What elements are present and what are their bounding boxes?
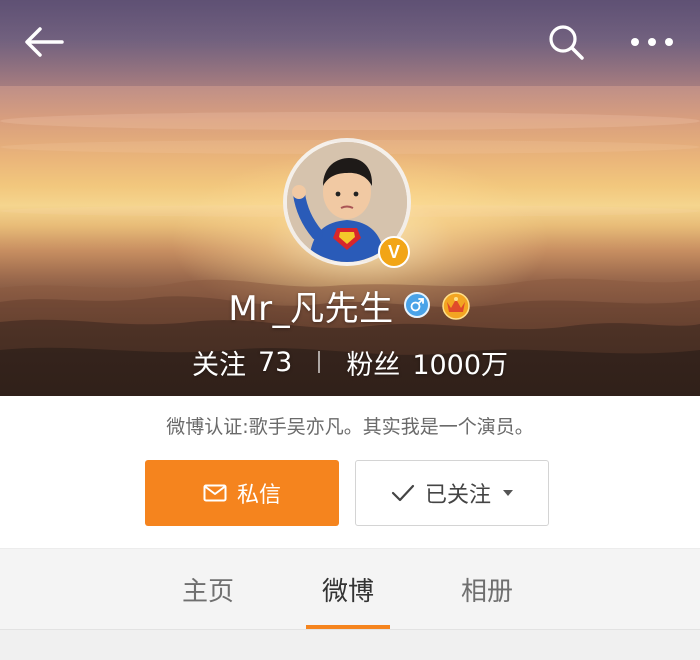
- more-button[interactable]: [622, 18, 682, 66]
- name-row: Mr_凡先生: [0, 282, 700, 329]
- following-stat[interactable]: 关注 73: [192, 343, 292, 382]
- username: Mr_凡先生: [228, 288, 394, 329]
- followers-count: 1000万: [412, 349, 509, 381]
- tab-weibo[interactable]: 微博: [288, 549, 408, 630]
- vip-crown-icon[interactable]: [440, 289, 472, 321]
- following-count: 73: [257, 346, 293, 378]
- profile-cover: V Mr_凡先生 关注 73 粉丝 1000万: [0, 0, 700, 396]
- following-label: 关注: [191, 349, 246, 381]
- caret-down-icon: [503, 490, 513, 496]
- following-button-label: 已关注: [424, 483, 491, 508]
- stats-row: 关注 73 粉丝 1000万: [0, 340, 700, 384]
- stats-divider: [318, 351, 321, 373]
- more-horizontal-icon: [631, 38, 673, 46]
- verification-text: 微博认证:歌手吴亦凡。其实我是一个演员。: [166, 416, 534, 438]
- topbar-shade: [0, 0, 700, 86]
- content-area: [0, 630, 700, 660]
- active-tab-indicator: [306, 625, 390, 629]
- message-button[interactable]: 私信: [145, 460, 339, 526]
- search-icon: [549, 25, 584, 60]
- verified-badge-icon: V: [378, 236, 410, 268]
- followers-label: 粉丝: [346, 349, 401, 381]
- message-button-label: 私信: [236, 483, 281, 508]
- profile-actions: 私信 已关注: [0, 460, 700, 526]
- tab-home[interactable]: 主页: [148, 549, 268, 630]
- tab-album[interactable]: 相册: [427, 549, 547, 630]
- checkmark-icon: [391, 484, 415, 502]
- arrow-left-icon: [25, 27, 64, 57]
- following-dropdown-button[interactable]: 已关注: [355, 460, 549, 526]
- profile-tabbar: 主页 微博 相册: [0, 548, 700, 630]
- male-icon: [403, 292, 430, 318]
- back-button[interactable]: [18, 18, 70, 66]
- search-button[interactable]: [540, 18, 592, 66]
- followers-stat[interactable]: 粉丝 1000万: [346, 343, 508, 382]
- mail-icon: [203, 484, 227, 502]
